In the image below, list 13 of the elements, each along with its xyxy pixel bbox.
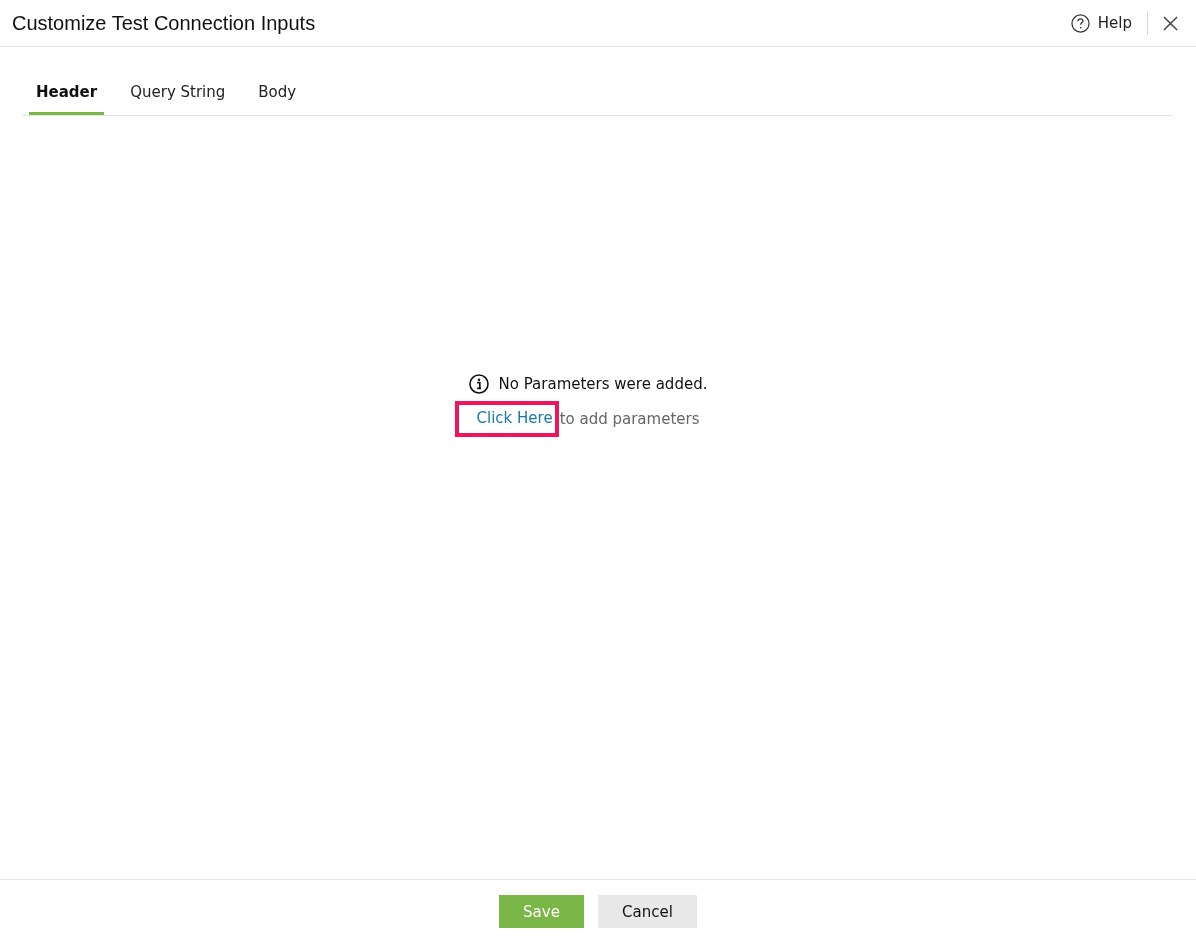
help-icon [1070, 13, 1090, 33]
tab[interactable]: Header [29, 83, 105, 115]
info-icon [468, 374, 489, 394]
tab[interactable]: Body [251, 83, 304, 115]
cancel-button[interactable]: Cancel [598, 895, 697, 928]
click-here-link[interactable]: Click Here [476, 409, 553, 427]
tab[interactable]: Query String [123, 83, 233, 115]
close-button[interactable] [1163, 15, 1178, 31]
empty-message: No Parameters were added. [498, 375, 708, 393]
help-button[interactable]: Help [1070, 13, 1132, 33]
hint-text: to add parameters [559, 410, 700, 428]
dialog-title: Customize Test Connection Inputs [12, 11, 316, 35]
close-icon [1163, 15, 1178, 31]
